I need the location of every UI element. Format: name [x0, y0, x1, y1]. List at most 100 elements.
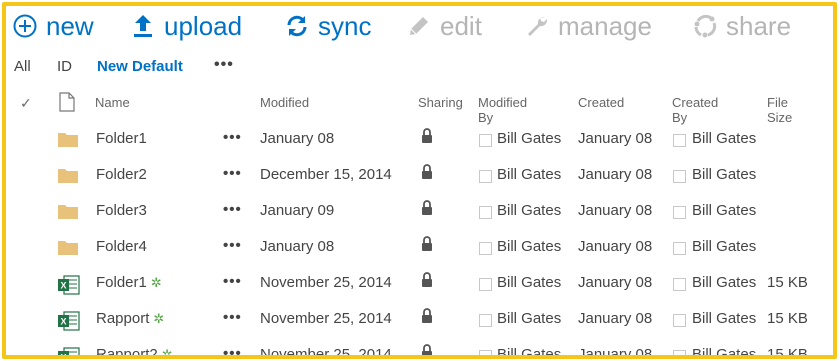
item-menu-button[interactable]: ••• — [223, 129, 242, 146]
view-all[interactable]: All — [14, 58, 31, 75]
created-by-presence-icon — [673, 170, 686, 183]
svg-text:X: X — [60, 317, 66, 327]
file-size: 15 KB — [767, 310, 808, 327]
view-id[interactable]: ID — [57, 58, 72, 75]
lock-icon — [421, 344, 433, 355]
item-name[interactable]: Folder4 — [96, 238, 147, 255]
edit-button[interactable]: edit — [406, 8, 482, 44]
modified-by[interactable]: Bill Gates — [497, 202, 561, 219]
item-menu-button[interactable]: ••• — [223, 273, 242, 290]
upload-button[interactable]: upload — [130, 8, 242, 44]
item-name-text: Folder3 — [96, 202, 147, 219]
item-name[interactable]: Folder2 — [96, 166, 147, 183]
views-more-button[interactable]: ••• — [214, 56, 234, 74]
column-header-name[interactable]: Name — [95, 95, 130, 110]
created-by[interactable]: Bill Gates — [692, 202, 756, 219]
created-by-presence-icon — [673, 350, 686, 355]
created-by-presence-icon — [673, 314, 686, 327]
sync-label: sync — [318, 10, 372, 41]
item-name-text: Folder2 — [96, 166, 147, 183]
modified-by-presence-icon — [479, 134, 492, 147]
lock-icon — [421, 164, 433, 183]
created-by-presence-icon — [673, 242, 686, 255]
table-row[interactable]: Folder3 ••• January 09 Bill Gates January 08… — [6, 193, 833, 229]
new-label: new — [46, 10, 94, 41]
table-row[interactable]: X Rapport ✲ ••• November 25, 2014 Bill Gates J… — [6, 301, 833, 337]
created-date: January 08 — [578, 238, 653, 255]
file-size: 15 KB — [767, 274, 808, 291]
item-menu-button[interactable]: ••• — [223, 345, 242, 355]
view-new-default[interactable]: New Default — [97, 58, 183, 75]
created-by[interactable]: Bill Gates — [692, 274, 756, 291]
item-name[interactable]: Rapport2 ✲ — [96, 346, 173, 359]
column-header-modified[interactable]: Modified — [260, 95, 309, 110]
created-by[interactable]: Bill Gates — [692, 166, 756, 183]
modified-by[interactable]: Bill Gates — [497, 274, 561, 291]
created-by-presence-icon — [673, 206, 686, 219]
item-name-text: Rapport — [96, 310, 150, 327]
svg-text:X: X — [60, 281, 66, 291]
modified-by-presence-icon — [479, 278, 492, 291]
column-header-sharing[interactable]: Sharing — [418, 95, 463, 110]
lock-icon — [421, 236, 433, 255]
upload-label: upload — [164, 10, 243, 41]
select-all-checkmark[interactable]: ✓ — [20, 95, 32, 112]
modified-by[interactable]: Bill Gates — [497, 166, 561, 183]
column-header-created[interactable]: Created — [578, 95, 624, 110]
sync-button[interactable]: sync — [284, 8, 371, 44]
lock-icon — [421, 272, 433, 291]
item-menu-button[interactable]: ••• — [223, 237, 242, 254]
item-name[interactable]: Folder1 — [96, 130, 147, 147]
folder-icon — [58, 131, 78, 151]
item-name[interactable]: Folder1 ✲ — [96, 274, 162, 291]
item-name[interactable]: Rapport ✲ — [96, 310, 164, 327]
sync-icon — [284, 11, 310, 41]
created-date: January 08 — [578, 274, 653, 291]
new-button[interactable]: new — [12, 8, 94, 44]
item-name-text: Rapport2 — [96, 346, 158, 359]
share-button[interactable]: share — [692, 8, 791, 44]
modified-by-presence-icon — [479, 170, 492, 183]
modified-by[interactable]: Bill Gates — [497, 238, 561, 255]
excel-file-icon: X — [58, 311, 80, 335]
table-row[interactable]: Folder2 ••• December 15, 2014 Bill Gates Jan… — [6, 157, 833, 193]
modified-date: January 08 — [260, 238, 335, 255]
created-date: January 08 — [578, 166, 653, 183]
created-date: January 08 — [578, 310, 653, 327]
modified-date: November 25, 2014 — [260, 274, 392, 291]
lock-icon — [421, 308, 433, 327]
table-row[interactable]: X Folder1 ✲ ••• November 25, 2014 Bill Gates J… — [6, 265, 833, 301]
created-by[interactable]: Bill Gates — [692, 130, 756, 147]
library-frame: new upload sync edit manage share All ID… — [2, 2, 837, 359]
folder-icon — [58, 203, 78, 223]
modified-date: January 09 — [260, 202, 335, 219]
document-type-icon — [59, 92, 75, 117]
modified-by[interactable]: Bill Gates — [497, 310, 561, 327]
modified-by-presence-icon — [479, 314, 492, 327]
modified-by[interactable]: Bill Gates — [497, 130, 561, 147]
edit-label: edit — [440, 10, 482, 41]
modified-by[interactable]: Bill Gates — [497, 346, 561, 355]
lock-icon — [421, 200, 433, 219]
item-menu-button[interactable]: ••• — [223, 309, 242, 326]
modified-date: December 15, 2014 — [260, 166, 392, 183]
excel-file-icon: X — [58, 275, 80, 299]
created-by[interactable]: Bill Gates — [692, 310, 756, 327]
table-row[interactable]: Folder4 ••• January 08 Bill Gates January 08… — [6, 229, 833, 265]
created-date: January 08 — [578, 346, 653, 359]
created-by[interactable]: Bill Gates — [692, 346, 756, 355]
manage-button[interactable]: manage — [524, 8, 652, 44]
modified-by-presence-icon — [479, 242, 492, 255]
table-row[interactable]: Folder1 ••• January 08 Bill Gates January 08… — [6, 121, 833, 157]
created-by[interactable]: Bill Gates — [692, 238, 756, 255]
wrench-icon — [524, 11, 550, 41]
item-menu-button[interactable]: ••• — [223, 201, 242, 218]
table-row[interactable]: X Rapport2 ✲ ••• November 25, 2014 Bill Gates… — [6, 337, 833, 359]
item-menu-button[interactable]: ••• — [223, 165, 242, 182]
plus-circle-icon — [12, 11, 38, 41]
modified-date: November 25, 2014 — [260, 346, 392, 359]
item-name[interactable]: Folder3 — [96, 202, 147, 219]
item-name-text: Folder1 — [96, 274, 147, 291]
folder-icon — [58, 239, 78, 259]
new-item-icon: ✲ — [161, 347, 173, 359]
